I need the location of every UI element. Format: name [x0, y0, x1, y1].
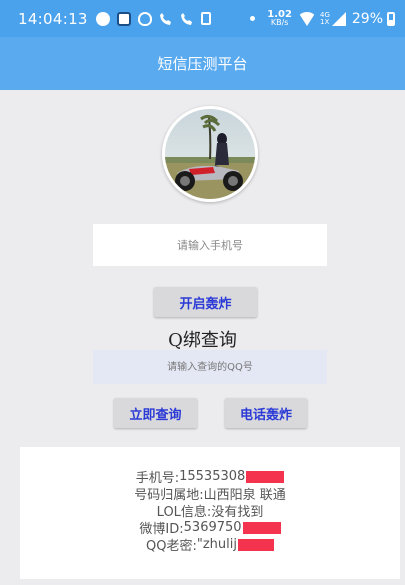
status-bar: 14:04:13 1.02 KB/s 4G 1X 29% — [0, 0, 405, 37]
notification-dot — [250, 16, 256, 21]
redaction-bar — [237, 538, 274, 551]
query-now-button[interactable]: 立即查询 — [114, 398, 197, 428]
qq-icon — [137, 11, 152, 26]
result-value: 15535308 — [179, 469, 246, 484]
result-weibo-line: 微博ID: 5369750 — [20, 519, 400, 537]
app-bar: 短信压测平台 — [0, 37, 405, 90]
battery-percent: 29% — [351, 10, 383, 27]
status-time: 14:04:13 — [18, 9, 88, 28]
query-result-panel: 手机号: 15535308 号码归属地: 山西阳泉 联通 LOL信息: 没有找到… — [20, 447, 400, 579]
call-bomb-button[interactable]: 电话轰炸 — [225, 398, 307, 428]
motorcycle-rider-avatar — [165, 109, 255, 199]
result-phone-line: 手机号: 15535308 — [20, 468, 400, 486]
result-location-line: 号码归属地: 山西阳泉 联通 — [20, 485, 400, 503]
net-speed: 1.02 KB/s — [267, 8, 292, 27]
qq-bind-query-title: Q绑查询 — [168, 330, 237, 351]
result-value: "zhulij — [196, 537, 237, 552]
app-title: 短信压测平台 — [157, 55, 248, 73]
result-value: 没有找到 — [211, 505, 264, 520]
signal-icon — [331, 11, 346, 26]
battery-icon — [387, 11, 395, 26]
result-qq-password-line: QQ老密: "zhulij — [20, 536, 400, 554]
avatar — [162, 106, 258, 202]
message-icon — [95, 11, 110, 26]
robot-app-icon — [116, 11, 131, 26]
missed-call-icon — [159, 12, 173, 26]
net-type: 4G 1X — [319, 10, 330, 26]
doc-icon — [200, 12, 211, 25]
redaction-bar — [246, 470, 285, 483]
start-bomb-button[interactable]: 开启轰炸 — [154, 287, 257, 317]
result-label: QQ老密: — [146, 539, 197, 554]
missed-call-icon — [180, 12, 194, 26]
qq-number-input[interactable] — [93, 350, 327, 384]
redaction-bar — [242, 521, 281, 534]
result-lol-line: LOL信息: 没有找到 — [20, 502, 400, 520]
wifi-icon — [297, 11, 316, 26]
result-value: 5369750 — [183, 520, 242, 535]
phone-number-input[interactable] — [93, 224, 327, 266]
